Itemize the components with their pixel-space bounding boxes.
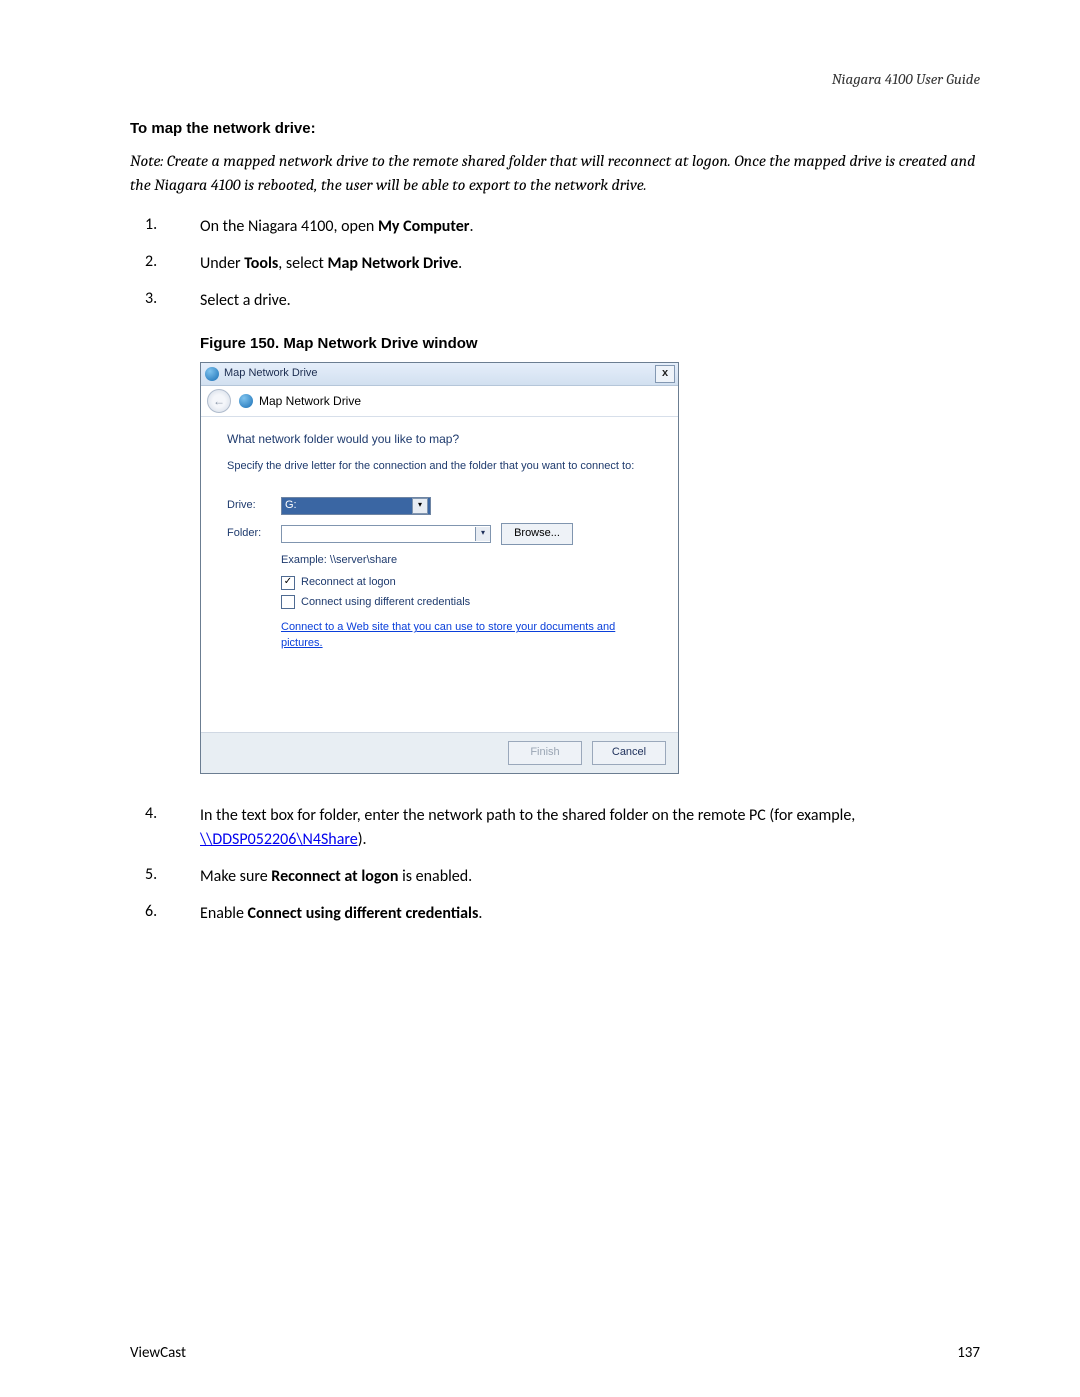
browse-button[interactable]: Browse... <box>501 523 573 545</box>
step-body: On the Niagara 4100, open My Computer. <box>200 215 980 238</box>
chevron-down-icon: ▾ <box>475 527 490 541</box>
step-text: ). <box>358 830 367 849</box>
folder-combobox[interactable]: ▾ <box>281 525 491 543</box>
nav-row: ← Map Network Drive <box>201 386 678 417</box>
page-number: 137 <box>957 1344 980 1362</box>
step-text: On the Niagara 4100, open <box>200 217 378 236</box>
example-text: Example: \\server\share <box>281 553 652 569</box>
step-body: Make sure Reconnect at logon is enabled. <box>200 865 980 888</box>
titlebar: Map Network Drive x <box>201 363 678 386</box>
step-number: 3. <box>130 289 200 308</box>
network-path-link[interactable]: \\DDSP052206\N4Share <box>200 830 358 849</box>
step-text: , select <box>278 254 327 273</box>
drive-label: Drive: <box>227 498 281 514</box>
step-bold: Reconnect at logon <box>271 867 398 886</box>
finish-button[interactable]: Finish <box>508 741 582 765</box>
diff-credentials-option[interactable]: Connect using different credentials <box>281 595 652 611</box>
cancel-button[interactable]: Cancel <box>592 741 666 765</box>
nav-title: Map Network Drive <box>259 393 361 410</box>
step-number: 2. <box>130 252 200 271</box>
step-text: . <box>469 217 473 236</box>
drive-select[interactable]: G: ▾ <box>281 497 431 515</box>
step-text: Under <box>200 254 244 273</box>
step-bold: Tools <box>244 254 278 273</box>
step-bold: Connect using different credentials <box>248 904 479 923</box>
map-network-drive-dialog: Map Network Drive x ← Map Network Drive … <box>200 362 980 774</box>
header-guide-title: Niagara 4100 User Guide <box>832 70 980 88</box>
step-number: 5. <box>130 865 200 884</box>
step-text: In the text box for folder, enter the ne… <box>200 806 855 825</box>
figure-caption: Figure 150. Map Network Drive window <box>200 333 980 355</box>
dialog-subtext: Specify the drive letter for the connect… <box>227 459 652 475</box>
checkbox-unchecked-icon[interactable] <box>281 595 295 609</box>
note-text: Note: Create a mapped network drive to t… <box>130 149 980 197</box>
diff-credentials-label: Connect using different credentials <box>301 595 470 611</box>
globe-icon <box>205 367 219 381</box>
folder-label: Folder: <box>227 526 281 542</box>
step-body: Under Tools, select Map Network Drive. <box>200 252 980 275</box>
reconnect-label: Reconnect at logon <box>301 575 396 591</box>
step-text: is enabled. <box>399 867 473 886</box>
chevron-down-icon: ▾ <box>412 498 428 514</box>
drive-value: G: <box>285 498 297 514</box>
step-body: In the text box for folder, enter the ne… <box>200 804 980 850</box>
footer-left: ViewCast <box>130 1344 186 1362</box>
checkbox-checked-icon[interactable]: ✓ <box>281 576 295 590</box>
reconnect-option[interactable]: ✓ Reconnect at logon <box>281 575 652 591</box>
back-button[interactable]: ← <box>207 389 231 413</box>
step-number: 1. <box>130 215 200 234</box>
step-body: Enable Connect using different credentia… <box>200 902 980 925</box>
window-title: Map Network Drive <box>224 366 318 382</box>
dialog-heading: What network folder would you like to ma… <box>227 431 652 448</box>
section-title: To map the network drive: <box>130 120 980 137</box>
close-button[interactable]: x <box>655 365 675 383</box>
step-bold: Map Network Drive <box>328 254 459 273</box>
step-text: Make sure <box>200 867 271 886</box>
step-number: 6. <box>130 902 200 921</box>
step-text: Enable <box>200 904 248 923</box>
connect-website-link[interactable]: Connect to a Web site that you can use t… <box>281 620 652 652</box>
step-text: . <box>478 904 482 923</box>
step-bold: My Computer <box>378 217 470 236</box>
drive-icon <box>239 394 253 408</box>
step-text: . <box>458 254 462 273</box>
step-number: 4. <box>130 804 200 823</box>
step-body: Select a drive. <box>200 289 980 312</box>
